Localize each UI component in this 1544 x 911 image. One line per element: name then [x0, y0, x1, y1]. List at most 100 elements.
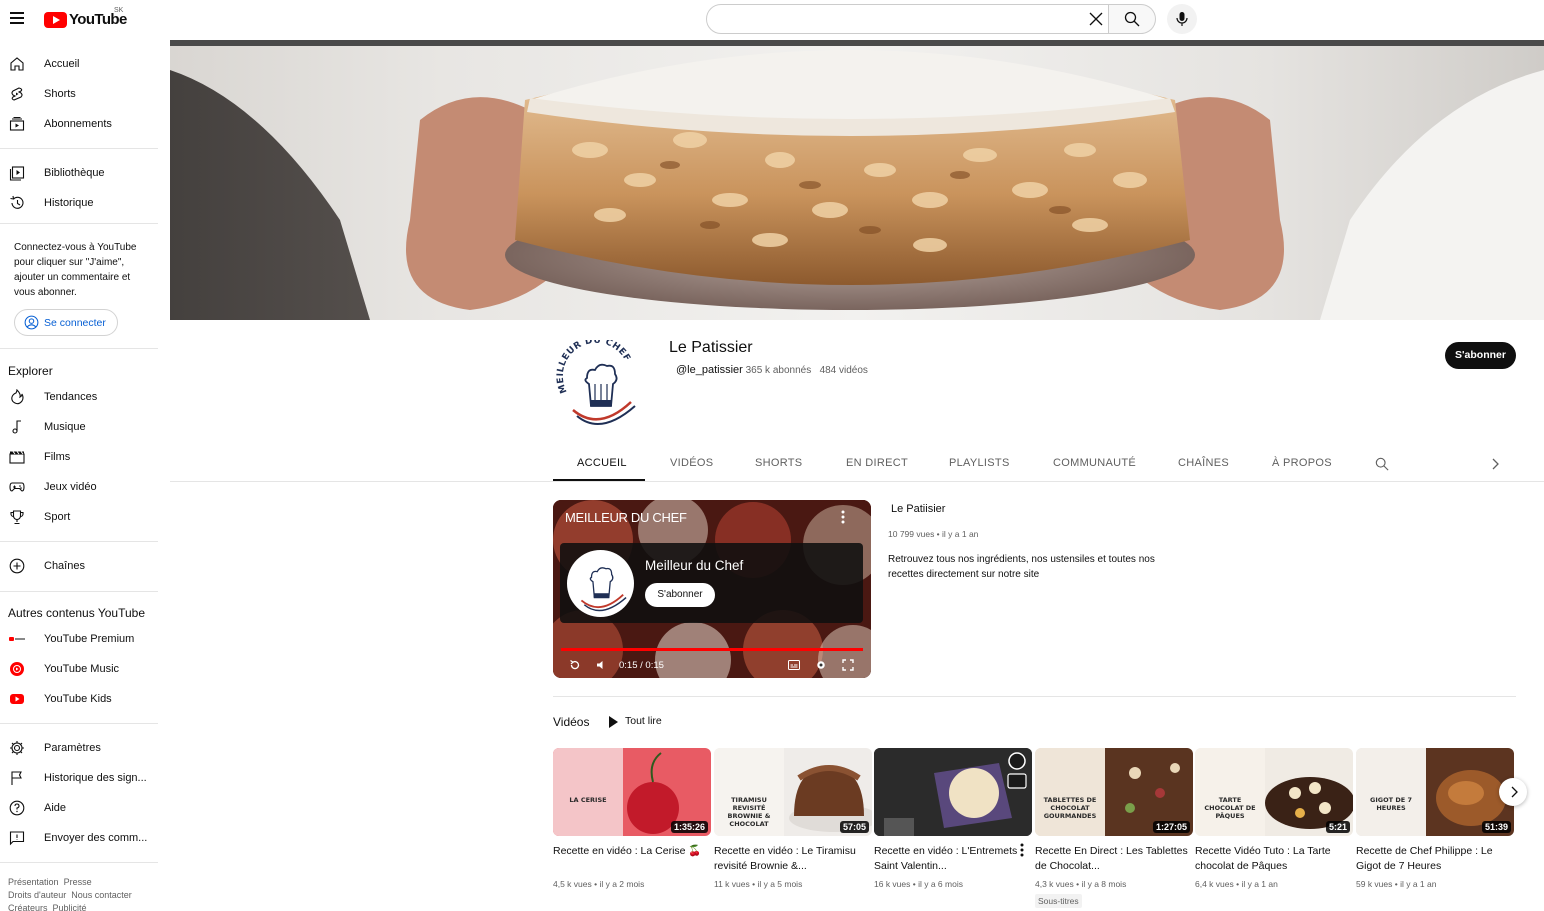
menu-icon[interactable]: [10, 12, 24, 24]
sidebar-item-settings[interactable]: Paramètres: [0, 733, 160, 763]
footer-link[interactable]: Présentation: [8, 877, 59, 887]
tab-community[interactable]: COMMUNAUTÉ: [1053, 457, 1136, 469]
footer-link[interactable]: Publicité: [53, 903, 87, 911]
subtitles-icon[interactable]: [788, 660, 800, 670]
tab-videos[interactable]: VIDÉOS: [670, 457, 713, 469]
video-title[interactable]: Recette En Direct : Les Tablettes de Cho…: [1035, 844, 1193, 874]
divider: [0, 862, 158, 863]
more-options-icon[interactable]: [1020, 843, 1024, 857]
sidebar-item-report-history[interactable]: Historique des sign...: [0, 763, 160, 793]
tab-home[interactable]: ACCUEIL: [577, 457, 627, 469]
sidebar-item-help[interactable]: Aide: [0, 793, 160, 823]
video-duration: 57:05: [839, 821, 869, 833]
sidebar-item-feedback[interactable]: Envoyer des comm...: [0, 823, 160, 853]
sidebar-item-music[interactable]: Musique: [0, 412, 160, 442]
video-card[interactable]: GIGOT DE 7 HEURES 51:39 Recette de Chef Ph…: [1356, 748, 1514, 889]
cake-illustration: [170, 50, 1544, 320]
video-thumbnail[interactable]: TARTE CHOCOLAT DE PÂQUES 5:21: [1195, 748, 1353, 836]
channel-meta: @le_patissier 365 k abonnés 484 vidéos: [676, 364, 868, 376]
signin-button[interactable]: Se connecter: [14, 309, 118, 336]
sidebar-item-youtube-music[interactable]: YouTube Music: [0, 654, 160, 684]
chef-hat-logo: [580, 567, 627, 612]
video-thumbnail[interactable]: [874, 748, 1032, 836]
tab-shorts[interactable]: SHORTS: [755, 457, 802, 469]
featured-video-player[interactable]: MEILLEUR DU CHEF Meilleur du Chef S'abon…: [553, 500, 871, 678]
video-thumbnail[interactable]: TIRAMISU REVISITÉ BROWNIE & CHOCOLAT 57:0…: [714, 748, 872, 836]
other-title: Autres contenus YouTube: [8, 606, 145, 620]
channel-name: Le Patissier: [669, 339, 753, 356]
endscreen-channel-card[interactable]: Meilleur du Chef S'abonner: [560, 543, 863, 623]
fullscreen-icon[interactable]: [842, 659, 854, 671]
video-title[interactable]: Recette en vidéo : L'Entremets Saint Val…: [874, 844, 1032, 874]
footer-link[interactable]: Presse: [64, 877, 92, 887]
video-card[interactable]: TIRAMISU REVISITÉ BROWNIE & CHOCOLAT 57:0…: [714, 748, 872, 889]
video-thumbnail[interactable]: TABLETTES DE CHOCOLAT GOURMANDES 1:27:05: [1035, 748, 1193, 836]
sidebar-item-label: Abonnements: [44, 118, 112, 130]
sidebar-item-label: Envoyer des comm...: [44, 832, 148, 844]
play-icon[interactable]: [608, 716, 618, 728]
subscribe-button[interactable]: S'abonner: [1445, 342, 1516, 369]
footer-link[interactable]: Droits d'auteur: [8, 890, 66, 900]
video-meta: 6,4 k vues • il y a 1 an: [1195, 879, 1278, 889]
sidebar-item-sport[interactable]: Sport: [0, 502, 160, 532]
video-card[interactable]: Recette en vidéo : L'Entremets Saint Val…: [874, 748, 1032, 889]
sidebar-item-trending[interactable]: Tendances: [0, 382, 160, 412]
films-icon: [9, 451, 25, 464]
sidebar-item-youtube-kids[interactable]: YouTube Kids: [0, 684, 160, 714]
divider: [0, 148, 158, 149]
tab-playlists[interactable]: PLAYLISTS: [949, 457, 1010, 469]
search-button[interactable]: [1109, 4, 1156, 34]
video-card[interactable]: TARTE CHOCOLAT DE PÂQUES 5:21 Recette Vidé…: [1195, 748, 1353, 889]
footer-links: Présentation Presse Droits d'auteur Nous…: [8, 876, 158, 911]
sidebar-item-library[interactable]: Bibliothèque: [0, 158, 160, 188]
tab-live[interactable]: EN DIRECT: [846, 457, 908, 469]
gaming-icon: [9, 482, 25, 492]
chevron-right-icon[interactable]: [1490, 458, 1500, 470]
signin-button-label: Se connecter: [44, 316, 106, 329]
video-card[interactable]: TABLETTES DE CHOCOLAT GOURMANDES 1:27:05 R…: [1035, 748, 1193, 889]
video-count: 484 vidéos: [819, 365, 868, 376]
videos-section-title[interactable]: Vidéos: [553, 715, 589, 729]
footer-link[interactable]: Nous contacter: [71, 890, 132, 900]
sidebar-item-home[interactable]: Accueil: [0, 49, 160, 79]
flag-icon: [11, 771, 22, 785]
more-options-icon[interactable]: [841, 510, 845, 524]
sidebar-item-history[interactable]: Historique: [0, 188, 160, 218]
video-progress-bar[interactable]: [561, 648, 863, 651]
play-all-button[interactable]: Tout lire: [625, 715, 662, 727]
sidebar-item-shorts[interactable]: Shorts: [0, 79, 160, 109]
youtube-premium-icon: [9, 637, 25, 641]
sidebar-item-films[interactable]: Films: [0, 442, 160, 472]
endscreen-subscribe-button[interactable]: S'abonner: [645, 583, 715, 607]
shorts-icon: [11, 87, 23, 101]
sidebar-item-youtube-premium[interactable]: YouTube Premium: [0, 624, 160, 654]
settings-icon[interactable]: [815, 659, 827, 671]
featured-video-description: Retrouvez tous nos ingrédients, nos uste…: [888, 554, 1155, 580]
tab-about[interactable]: À PROPOS: [1272, 457, 1332, 469]
endscreen-avatar[interactable]: [567, 550, 634, 617]
video-title[interactable]: Recette en vidéo : Le Tiramisu revisité …: [714, 844, 872, 874]
video-title[interactable]: Recette en vidéo : La Cerise 🍒: [553, 844, 711, 874]
video-thumbnail[interactable]: GIGOT DE 7 HEURES 51:39: [1356, 748, 1514, 836]
video-thumbnail[interactable]: LA CERISE 1:35:26: [553, 748, 711, 836]
search-input[interactable]: [706, 4, 1109, 34]
video-card[interactable]: LA CERISE 1:35:26 Recette en vidéo : La Ce…: [553, 748, 711, 889]
explore-title: Explorer: [8, 364, 53, 378]
clear-icon[interactable]: [1088, 11, 1104, 27]
video-title[interactable]: Recette de Chef Philippe : Le Gigot de 7…: [1356, 844, 1514, 874]
sidebar-item-gaming[interactable]: Jeux vidéo: [0, 472, 160, 502]
channel-search-icon[interactable]: [1375, 457, 1389, 471]
replay-icon[interactable]: [569, 659, 581, 671]
thumbnail-label: TARTE CHOCOLAT DE PÂQUES: [1204, 796, 1256, 820]
sidebar-item-subscriptions[interactable]: Abonnements: [0, 109, 160, 139]
carousel-next-button[interactable]: [1499, 778, 1527, 806]
channel-avatar[interactable]: MEILLEUR DU CHEF: [553, 336, 646, 433]
voice-search-button[interactable]: [1167, 4, 1197, 34]
sidebar-item-channels[interactable]: Chaînes: [0, 551, 160, 581]
video-title[interactable]: Recette Vidéo Tuto : La Tarte chocolat d…: [1195, 844, 1353, 874]
featured-video-title[interactable]: Le Patiisier: [891, 503, 945, 515]
footer-link[interactable]: Créateurs: [8, 903, 48, 911]
volume-icon[interactable]: [596, 660, 606, 670]
tab-channels[interactable]: CHAÎNES: [1178, 457, 1229, 469]
channel-tabs: ACCUEIL VIDÉOS SHORTS EN DIRECT PLAYLIST…: [170, 445, 1544, 482]
